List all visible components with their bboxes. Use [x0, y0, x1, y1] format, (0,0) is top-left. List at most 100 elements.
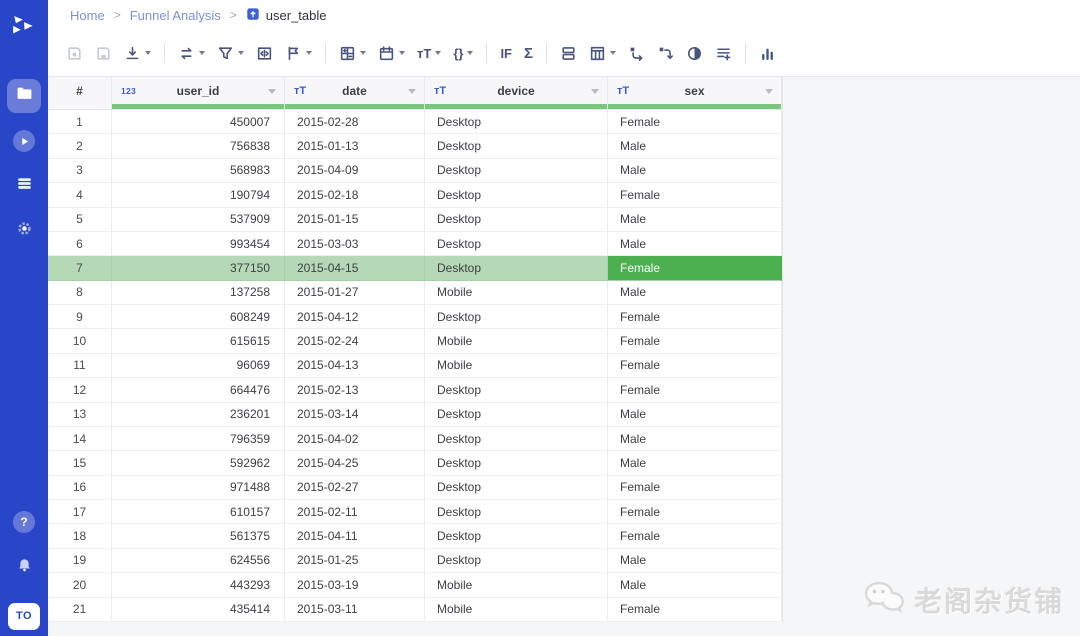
row-number-cell[interactable]: 5: [48, 207, 112, 232]
row-number-cell[interactable]: 10: [48, 329, 112, 354]
table-cell[interactable]: Mobile: [425, 573, 608, 598]
table-cell[interactable]: Female: [608, 597, 782, 622]
table-cell[interactable]: 2015-03-11: [285, 597, 425, 622]
column-header-device[interactable]: тT device: [425, 77, 608, 110]
table-cell[interactable]: 236201: [112, 402, 285, 427]
table-cell[interactable]: Male: [608, 134, 782, 159]
column-menu-icon[interactable]: [268, 89, 276, 94]
braces-button[interactable]: {}: [447, 41, 479, 66]
fit-columns-button[interactable]: [250, 41, 279, 66]
table-cell[interactable]: 624556: [112, 548, 285, 574]
table-cell[interactable]: Desktop: [425, 524, 608, 549]
table-cell[interactable]: Female: [608, 475, 782, 500]
sigma-button[interactable]: Σ: [518, 41, 539, 66]
table-cell[interactable]: Mobile: [425, 353, 608, 379]
breadcrumb-item[interactable]: Funnel Analysis: [130, 8, 221, 23]
sidebar-item-notifications[interactable]: [0, 550, 48, 586]
table-cell[interactable]: 377150: [112, 256, 285, 281]
table-cell[interactable]: 592962: [112, 451, 285, 476]
sidebar-item-help[interactable]: ?: [0, 504, 48, 540]
column-menu-icon[interactable]: [591, 89, 599, 94]
table-cell[interactable]: Desktop: [425, 231, 608, 257]
sidebar-item-data[interactable]: [0, 168, 48, 204]
table-cell[interactable]: 443293: [112, 573, 285, 598]
table-cell[interactable]: Female: [608, 500, 782, 525]
table-cell[interactable]: Mobile: [425, 597, 608, 622]
table-cell[interactable]: Desktop: [425, 500, 608, 525]
column-menu-icon[interactable]: [408, 89, 416, 94]
table-cell[interactable]: Male: [608, 402, 782, 427]
pivot-button[interactable]: [622, 41, 651, 66]
table-cell[interactable]: 2015-01-25: [285, 548, 425, 574]
row-number-cell[interactable]: 18: [48, 524, 112, 549]
calculate-button[interactable]: [333, 41, 372, 66]
table-cell[interactable]: 2015-04-15: [285, 256, 425, 281]
table-cell[interactable]: Female: [608, 378, 782, 403]
table-cell[interactable]: 608249: [112, 305, 285, 330]
table-cell[interactable]: Desktop: [425, 305, 608, 330]
table-cell[interactable]: Female: [608, 329, 782, 354]
column-header-user_id[interactable]: 123 user_id: [112, 77, 285, 110]
if-button[interactable]: IF: [494, 41, 518, 66]
table-cell[interactable]: Male: [608, 158, 782, 184]
table-cell[interactable]: 2015-04-25: [285, 451, 425, 476]
calendar-button[interactable]: [372, 41, 411, 66]
row-number-cell[interactable]: 13: [48, 402, 112, 427]
swap-button[interactable]: [172, 41, 211, 66]
table-cell[interactable]: 993454: [112, 231, 285, 257]
table-cell[interactable]: 568983: [112, 158, 285, 184]
table-cell[interactable]: Female: [608, 256, 782, 281]
table-cell[interactable]: 537909: [112, 207, 285, 232]
table-cell[interactable]: 2015-03-14: [285, 402, 425, 427]
group-rows-button[interactable]: [554, 41, 583, 66]
table-cell[interactable]: 2015-04-09: [285, 158, 425, 184]
table-cell[interactable]: Male: [608, 207, 782, 232]
table-cell[interactable]: 2015-02-13: [285, 378, 425, 403]
column-menu-icon[interactable]: [765, 89, 773, 94]
sidebar-item-settings[interactable]: [0, 213, 48, 249]
column-header-date[interactable]: тT date: [285, 77, 425, 110]
row-number-cell[interactable]: 4: [48, 183, 112, 208]
table-cell[interactable]: Desktop: [425, 110, 608, 135]
row-number-cell[interactable]: 14: [48, 426, 112, 452]
row-number-cell[interactable]: 12: [48, 378, 112, 403]
flag-button[interactable]: [279, 41, 318, 66]
table-cell[interactable]: 137258: [112, 280, 285, 305]
table-cell[interactable]: 664476: [112, 378, 285, 403]
row-number-cell[interactable]: 6: [48, 231, 112, 257]
row-number-cell[interactable]: 16: [48, 475, 112, 500]
table-cell[interactable]: 756838: [112, 134, 285, 159]
table-cell[interactable]: Desktop: [425, 134, 608, 159]
row-number-cell[interactable]: 8: [48, 280, 112, 305]
table-cell[interactable]: 2015-04-02: [285, 426, 425, 452]
table-cell[interactable]: 796359: [112, 426, 285, 452]
table-cell[interactable]: Desktop: [425, 451, 608, 476]
table-cell[interactable]: 971488: [112, 475, 285, 500]
table-cell[interactable]: Mobile: [425, 280, 608, 305]
table-cell[interactable]: Desktop: [425, 426, 608, 452]
table-cell[interactable]: 2015-04-12: [285, 305, 425, 330]
table-cell[interactable]: 2015-01-27: [285, 280, 425, 305]
table-cell[interactable]: 615615: [112, 329, 285, 354]
filter-button[interactable]: [211, 41, 250, 66]
table-cell[interactable]: 2015-03-19: [285, 573, 425, 598]
column-header-sex[interactable]: тT sex: [608, 77, 782, 110]
table-cell[interactable]: Male: [608, 573, 782, 598]
table-cell[interactable]: 2015-04-11: [285, 524, 425, 549]
table-cell[interactable]: 2015-01-13: [285, 134, 425, 159]
table-cell[interactable]: 561375: [112, 524, 285, 549]
table-cell[interactable]: Male: [608, 280, 782, 305]
table-cell[interactable]: Male: [608, 451, 782, 476]
breadcrumb-item[interactable]: Home: [70, 8, 105, 23]
table-cell[interactable]: 2015-02-28: [285, 110, 425, 135]
unpivot-button[interactable]: [651, 41, 680, 66]
table-cell[interactable]: Female: [608, 353, 782, 379]
contrast-button[interactable]: [680, 41, 709, 66]
row-number-cell[interactable]: 21: [48, 597, 112, 622]
table-cell[interactable]: 2015-02-11: [285, 500, 425, 525]
table-cell[interactable]: Male: [608, 548, 782, 574]
user-avatar[interactable]: TO: [0, 598, 48, 634]
row-number-cell[interactable]: 3: [48, 158, 112, 184]
row-number-cell[interactable]: 9: [48, 305, 112, 330]
table-cell[interactable]: Desktop: [425, 183, 608, 208]
